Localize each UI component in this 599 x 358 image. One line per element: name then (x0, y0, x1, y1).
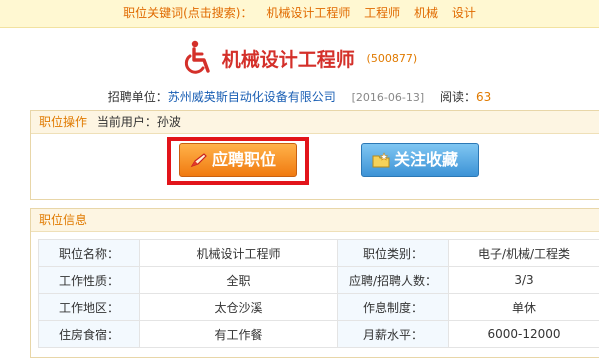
field-label: 住房食宿： (39, 321, 140, 348)
current-user: 孙波 (157, 115, 181, 129)
field-label: 工作性质： (39, 267, 140, 294)
read-label: 阅读： (440, 90, 476, 104)
keyword-label: 职位关键词(点击搜索)： (123, 6, 252, 20)
field-value: 6000-12000 (449, 321, 599, 348)
operations-header: 职位操作 当前用户：孙波 (31, 111, 599, 134)
keyword-bar: 职位关键词(点击搜索)： 机械设计工程师 工程师 机械 设计 (0, 0, 599, 28)
job-title: 机械设计工程师 (222, 49, 355, 71)
apply-job-label: 应聘职位 (212, 150, 276, 169)
folder-star-icon (372, 152, 390, 168)
post-date: [2016-06-13] (352, 91, 425, 104)
operations-heading: 职位操作 (39, 115, 87, 129)
table-row: 工作地区： 太仓沙溪 作息制度： 单休 (39, 294, 599, 321)
table-row: 住房食宿： 有工作餐 月薪水平： 6000-12000 (39, 321, 599, 348)
field-value: 单休 (449, 294, 599, 321)
field-value: 机械设计工程师 (140, 240, 338, 267)
info-heading: 职位信息 (31, 209, 599, 232)
field-label: 作息制度： (338, 294, 449, 321)
pen-icon (190, 152, 208, 168)
field-label: 职位名称： (39, 240, 140, 267)
field-label: 工作地区： (39, 294, 140, 321)
favorite-button[interactable]: 关注收藏 (361, 143, 479, 177)
job-operations-panel: 职位操作 当前用户：孙波 应聘职位 关注收藏 (30, 110, 599, 200)
job-title-line: 机械设计工程师 (500877) (0, 40, 599, 80)
keyword-link[interactable]: 设计 (452, 6, 476, 20)
favorite-label: 关注收藏 (394, 150, 458, 169)
field-value: 3/3 (449, 267, 599, 294)
field-label: 职位类别： (338, 240, 449, 267)
job-info-panel: 职位信息 职位名称： 机械设计工程师 职位类别： 电子/机械/工程类 工作性质：… (30, 208, 599, 358)
company-label: 招聘单位： (108, 90, 168, 104)
keyword-link[interactable]: 机械设计工程师 (266, 6, 350, 20)
apply-job-button[interactable]: 应聘职位 (179, 143, 297, 177)
current-user-label: 当前用户： (97, 115, 157, 129)
job-meta: 招聘单位：苏州威英斯自动化设备有限公司 [2016-06-13] 阅读：63 (0, 88, 599, 105)
read-count: 63 (476, 90, 491, 104)
job-info-table: 职位名称： 机械设计工程师 职位类别： 电子/机械/工程类 工作性质： 全职 应… (38, 239, 599, 348)
field-value: 有工作餐 (140, 321, 338, 348)
job-id: (500877) (367, 52, 418, 65)
field-label: 应聘/招聘人数： (338, 267, 449, 294)
keyword-link[interactable]: 工程师 (364, 6, 400, 20)
field-label: 月薪水平： (338, 321, 449, 348)
table-row: 工作性质： 全职 应聘/招聘人数： 3/3 (39, 267, 599, 294)
company-link[interactable]: 苏州威英斯自动化设备有限公司 (168, 90, 336, 104)
field-value: 全职 (140, 267, 338, 294)
keyword-link[interactable]: 机械 (414, 6, 438, 20)
field-value: 太仓沙溪 (140, 294, 338, 321)
field-value: 电子/机械/工程类 (449, 240, 599, 267)
table-row: 职位名称： 机械设计工程师 职位类别： 电子/机械/工程类 (39, 240, 599, 267)
wheelchair-icon (182, 40, 214, 76)
